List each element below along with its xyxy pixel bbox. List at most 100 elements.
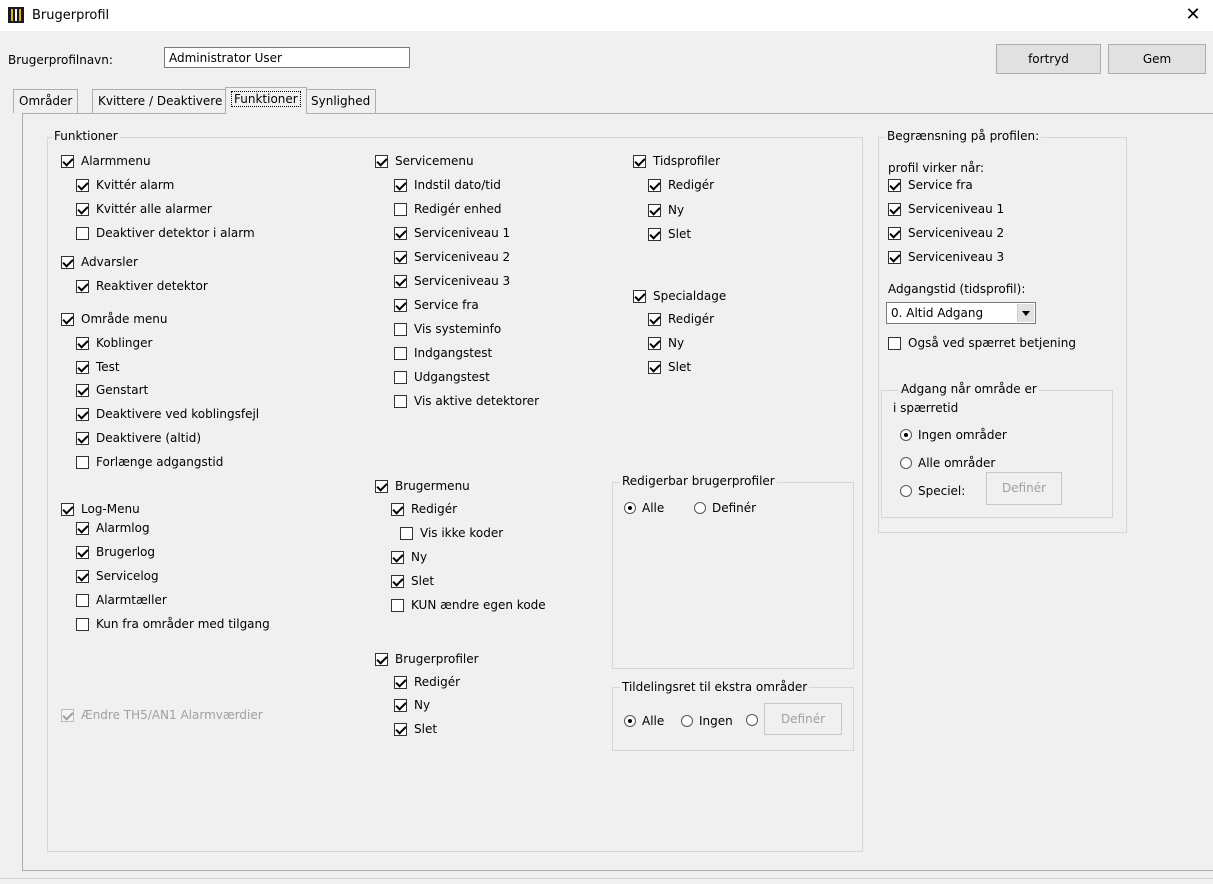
checkbox-box <box>76 383 89 397</box>
tab-omraader[interactable]: Områder <box>13 89 79 113</box>
checkbox-alarmlog[interactable]: Alarmlog <box>76 521 150 535</box>
checkbox-deaktivere-koblingsfejl[interactable]: Deaktivere ved koblingsfejl <box>76 407 259 421</box>
checkbox-omraade-menu[interactable]: Område menu <box>61 312 168 326</box>
checkbox-deaktivere-altid[interactable]: Deaktivere (altid) <box>76 431 201 445</box>
checkbox-brugermenu[interactable]: Brugermenu <box>375 479 470 493</box>
checkbox-brugerlog[interactable]: Brugerlog <box>76 545 155 559</box>
radio-tildeling-alle[interactable]: Alle <box>624 714 664 728</box>
checkbox-begr-serviceniveau-3[interactable]: Serviceniveau 3 <box>888 250 1004 264</box>
radio-redigerbar-definer[interactable]: Definér <box>694 501 756 515</box>
checkbox-specialdage[interactable]: Specialdage <box>633 289 726 303</box>
checkbox-kun-aendre-egen-kode[interactable]: KUN ændre egen kode <box>391 598 546 612</box>
adgang-spaerretid-title-line1: Adgang når område er <box>899 382 1039 396</box>
checkbox-servicemenu[interactable]: Servicemenu <box>375 154 474 168</box>
speciel-definer-button[interactable]: Definér <box>986 472 1062 505</box>
checkbox-box <box>394 202 407 216</box>
radio-ingen-omraader[interactable]: Ingen områder <box>900 428 1007 442</box>
checkbox-tidsprofiler-slet[interactable]: Slet <box>648 227 691 241</box>
tab-kvittere-deaktivere[interactable]: Kvittere / Deaktivere <box>92 89 229 113</box>
checkbox-box <box>76 617 89 631</box>
chevron-down-icon[interactable] <box>1017 304 1034 322</box>
tab-synlighed[interactable]: Synlighed <box>305 89 377 113</box>
checkbox-brugermenu-rediger[interactable]: Redigér <box>391 502 457 516</box>
radio-tildeling-definer[interactable] <box>746 714 764 726</box>
checkbox-box <box>648 227 661 241</box>
checkbox-box <box>888 336 901 350</box>
checkbox-brugerprofiler-ny[interactable]: Ny <box>394 698 430 712</box>
checkbox-vis-systeminfo[interactable]: Vis systeminfo <box>394 322 501 336</box>
checkbox-box <box>888 202 901 216</box>
checkbox-specialdage-rediger[interactable]: Redigér <box>648 312 714 326</box>
checkbox-brugermenu-ny[interactable]: Ny <box>391 550 427 564</box>
checkbox-log-menu[interactable]: Log-Menu <box>61 502 140 516</box>
checkbox-box <box>76 178 89 192</box>
radio-alle-omraader[interactable]: Alle områder <box>900 456 995 470</box>
checkbox-vis-ikke-koder[interactable]: Vis ikke koder <box>400 526 503 540</box>
checkbox-serviceniveau-3[interactable]: Serviceniveau 3 <box>394 274 510 288</box>
checkbox-indgangstest[interactable]: Indgangstest <box>394 346 492 360</box>
checkbox-specialdage-slet[interactable]: Slet <box>648 360 691 374</box>
profil-virker-label: profil virker når: <box>888 161 985 175</box>
checkbox-box <box>394 274 407 288</box>
checkbox-box <box>394 322 407 336</box>
profile-name-input[interactable] <box>164 47 410 68</box>
radio-circle <box>900 429 912 441</box>
save-button[interactable]: Gem <box>1108 44 1206 74</box>
checkbox-indstil-dato-tid[interactable]: Indstil dato/tid <box>394 178 501 192</box>
checkbox-box <box>648 203 661 217</box>
checkbox-vis-aktive-detektorer[interactable]: Vis aktive detektorer <box>394 394 539 408</box>
checkbox-servicelog[interactable]: Servicelog <box>76 569 159 583</box>
checkbox-box <box>394 250 407 264</box>
begraensning-title: Begrænsning på profilen: <box>885 129 1042 143</box>
checkbox-forlaenge-adgangstid[interactable]: Forlænge adgangstid <box>76 455 223 469</box>
checkbox-kun-fra-omraader[interactable]: Kun fra områder med tilgang <box>76 617 270 631</box>
checkbox-tidsprofiler-rediger[interactable]: Redigér <box>648 178 714 192</box>
checkbox-begr-service-fra[interactable]: Service fra <box>888 178 973 192</box>
checkbox-begr-serviceniveau-1[interactable]: Serviceniveau 1 <box>888 202 1004 216</box>
checkbox-deaktiver-detektor[interactable]: Deaktiver detektor i alarm <box>76 226 255 240</box>
checkbox-tidsprofiler-ny[interactable]: Ny <box>648 203 684 217</box>
checkbox-box <box>394 298 407 312</box>
checkbox-brugerprofiler-slet[interactable]: Slet <box>394 722 437 736</box>
checkbox-brugerprofiler-rediger[interactable]: Redigér <box>394 675 460 689</box>
adgangstid-dropdown[interactable]: 0. Altid Adgang <box>886 302 1036 324</box>
checkbox-test[interactable]: Test <box>76 360 120 374</box>
cancel-button[interactable]: fortryd <box>996 44 1101 74</box>
tab-funktioner[interactable]: Funktioner <box>225 87 307 114</box>
checkbox-serviceniveau-2[interactable]: Serviceniveau 2 <box>394 250 510 264</box>
close-icon[interactable]: ✕ <box>1176 1 1210 29</box>
checkbox-box <box>375 154 388 168</box>
checkbox-kvitter-alarm[interactable]: Kvittér alarm <box>76 178 174 192</box>
radio-redigerbar-alle[interactable]: Alle <box>624 501 664 515</box>
checkbox-alarmmenu[interactable]: Alarmmenu <box>61 154 151 168</box>
checkbox-box <box>648 336 661 350</box>
checkbox-box <box>76 521 89 535</box>
checkbox-kvitter-alle-alarmer[interactable]: Kvittér alle alarmer <box>76 202 212 216</box>
tildeling-definer-button[interactable]: Definér <box>764 703 842 735</box>
checkbox-alarmtaeller[interactable]: Alarmtæller <box>76 593 167 607</box>
checkbox-brugerprofiler[interactable]: Brugerprofiler <box>375 652 479 666</box>
checkbox-specialdage-ny[interactable]: Ny <box>648 336 684 350</box>
checkbox-tidsprofiler[interactable]: Tidsprofiler <box>633 154 720 168</box>
checkbox-box <box>648 312 661 326</box>
checkbox-box <box>394 698 407 712</box>
checkbox-box <box>76 431 89 445</box>
checkbox-box <box>648 360 661 374</box>
radio-tildeling-ingen[interactable]: Ingen <box>681 714 733 728</box>
checkbox-reaktiver-detektor[interactable]: Reaktiver detektor <box>76 279 208 293</box>
app-icon <box>8 7 24 23</box>
checkbox-ogsaa-spaerret[interactable]: Også ved spærret betjening <box>888 336 1076 350</box>
radio-speciel[interactable]: Speciel: <box>900 484 965 498</box>
checkbox-koblinger[interactable]: Koblinger <box>76 336 152 350</box>
checkbox-service-fra[interactable]: Service fra <box>394 298 479 312</box>
checkbox-genstart[interactable]: Genstart <box>76 383 148 397</box>
radio-circle <box>624 502 636 514</box>
checkbox-rediger-enhed[interactable]: Redigér enhed <box>394 202 501 216</box>
checkbox-brugermenu-slet[interactable]: Slet <box>391 574 434 588</box>
checkbox-begr-serviceniveau-2[interactable]: Serviceniveau 2 <box>888 226 1004 240</box>
checkbox-advarsler[interactable]: Advarsler <box>61 255 138 269</box>
checkbox-udgangstest[interactable]: Udgangstest <box>394 370 490 384</box>
checkbox-aendre-ths-alarmvaerdier: Ændre TH5/AN1 Alarmværdier <box>61 708 263 722</box>
checkbox-box <box>76 226 89 240</box>
checkbox-serviceniveau-1[interactable]: Serviceniveau 1 <box>394 226 510 240</box>
